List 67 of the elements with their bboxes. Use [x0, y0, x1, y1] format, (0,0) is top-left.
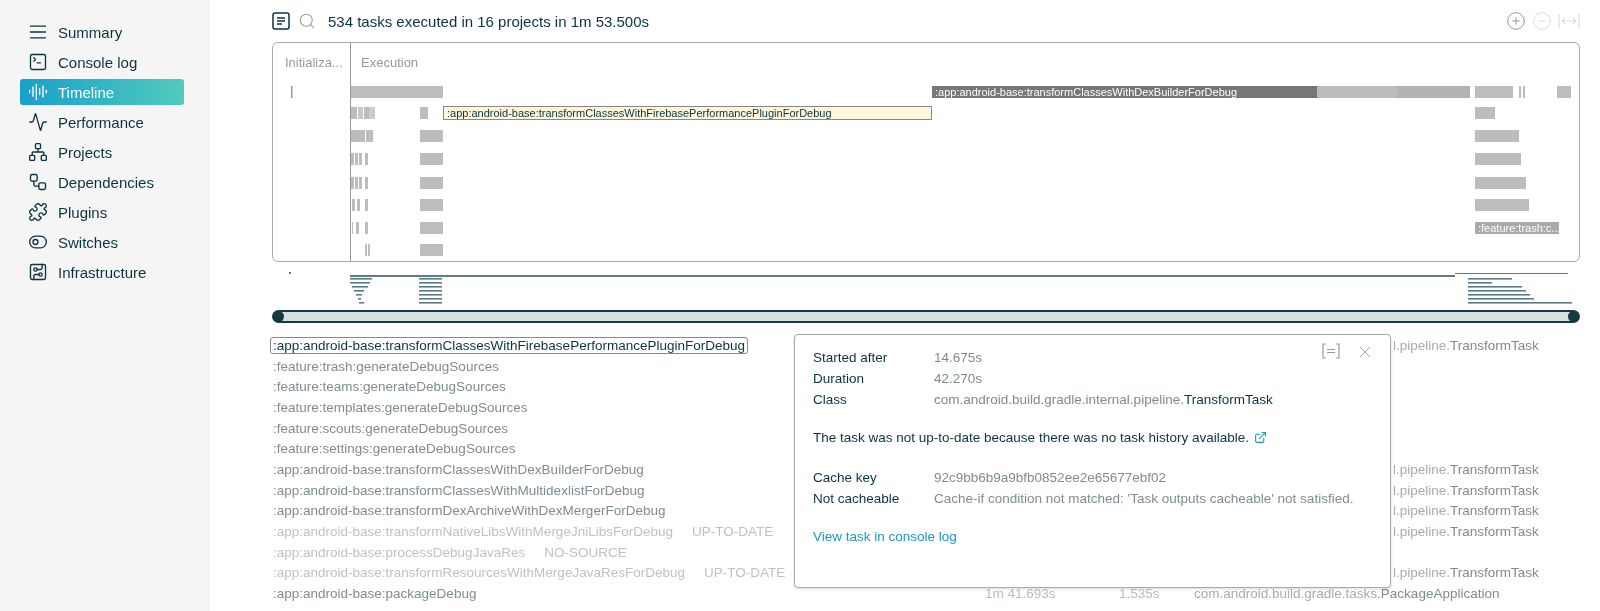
- detail-value: 14.675s: [934, 349, 983, 366]
- task-bar[interactable]: :feature:trash:c...: [1475, 222, 1559, 234]
- reason-text: The task was not up-to-date because there was no task history available.: [813, 430, 1249, 445]
- phase-label: Initializa...: [285, 55, 343, 70]
- task-bar[interactable]: :app:android-base:transformClassesWithFirebasePerformancePluginForDebug: [443, 106, 932, 120]
- document-icon[interactable]: [272, 12, 290, 30]
- terminal-icon: [28, 52, 48, 72]
- task-status: UP-TO-DATE: [703, 565, 786, 581]
- sidebar-item[interactable]: Performance: [20, 109, 184, 135]
- detail-label: Started after: [813, 349, 889, 366]
- task-name[interactable]: :app:android-base:packageDebug: [270, 585, 480, 603]
- console-log-link[interactable]: View task in console log: [813, 529, 957, 544]
- detail-value: Cache-if condition not matched: 'Task outputs cacheable' not satisfied.: [934, 490, 1354, 507]
- waveform-icon: [28, 82, 48, 102]
- search-icon[interactable]: [298, 12, 316, 30]
- task-class: l.pipeline.TransformTask: [1393, 524, 1540, 540]
- puzzle-icon: [28, 202, 48, 222]
- task-status: NO-SOURCE: [544, 544, 627, 560]
- detail-label: Class: [813, 391, 848, 408]
- task-name[interactable]: :app:android-base:transformResourcesWithMergeJavaResForDebug: [270, 564, 688, 582]
- sidebar-item[interactable]: Plugins: [20, 199, 184, 225]
- sidebar-item[interactable]: Infrastructure: [20, 259, 184, 285]
- task-class: l.pipeline.TransformTask: [1393, 503, 1540, 519]
- hierarchy-icon: [28, 142, 48, 162]
- sidebar-item[interactable]: Timeline: [20, 79, 184, 105]
- detail-label: Cache key: [813, 469, 878, 486]
- range-slider[interactable]: [272, 310, 1580, 323]
- external-link-icon[interactable]: [1254, 431, 1267, 444]
- collapse-icon[interactable]: [1322, 343, 1340, 361]
- task-start: 1m 41.693s: [985, 586, 1057, 602]
- task-class: com.android.build.gradle.tasks.PackageApplication: [1194, 586, 1501, 602]
- fit-width-button[interactable]: [1558, 11, 1580, 31]
- zoom-in-button[interactable]: [1506, 11, 1526, 31]
- sidebar-item[interactable]: Projects: [20, 139, 184, 165]
- detail-value: 42.270s: [934, 370, 983, 387]
- task-name[interactable]: :app:android-base:transformNativeLibsWithMergeJniLibsForDebug: [270, 523, 676, 541]
- detail-value: 92c9bb6b9a9bfb0852ee2e65677ebf02: [934, 469, 1166, 486]
- task-name[interactable]: :feature:templates:generateDebugSources: [270, 398, 531, 416]
- sidebar-item[interactable]: Console log: [20, 49, 184, 75]
- task-class: l.pipeline.TransformTask: [1393, 565, 1540, 581]
- task-name[interactable]: :app:android-base:transformClassesWithDexBuilderForDebug: [270, 460, 647, 478]
- detail-label: Not cacheable: [813, 490, 901, 507]
- circuit-board-icon: [28, 262, 48, 282]
- task-bar[interactable]: :app:android-base:transformClassesWithDexBuilderForDebug: [932, 86, 1317, 98]
- task-status: UP-TO-DATE: [691, 524, 774, 540]
- task-name[interactable]: :app:android-base:processDebugJavaRes: [270, 543, 529, 561]
- task-name[interactable]: :app:android-base:transformClassesWithFirebasePerformancePluginForDebug: [270, 336, 748, 354]
- task-name[interactable]: :feature:teams:generateDebugSources: [270, 378, 509, 396]
- task-name[interactable]: :app:android-base:transformClassesWithMultidexlistForDebug: [270, 481, 648, 499]
- build-summary: 534 tasks executed in 16 projects in 1m 53.500s: [328, 12, 650, 30]
- task-name[interactable]: :feature:scouts:generateDebugSources: [270, 419, 511, 437]
- phase-label: Execution: [361, 55, 419, 70]
- pulse-icon: [28, 112, 48, 132]
- task-class: l.pipeline.TransformTask: [1393, 482, 1540, 498]
- task-class: l.pipeline.TransformTask: [1393, 337, 1540, 353]
- workflow-icon: [28, 172, 48, 192]
- task-name[interactable]: :feature:settings:generateDebugSources: [270, 440, 519, 458]
- detail-value: com.android.build.gradle.internal.pipeline.TransformTask: [934, 391, 1273, 408]
- detail-label: Duration: [813, 370, 866, 387]
- task-class: l.pipeline.TransformTask: [1393, 461, 1540, 477]
- task-duration: 1.535s: [1119, 586, 1161, 602]
- zoom-out-button[interactable]: [1532, 11, 1552, 31]
- sidebar-item[interactable]: Dependencies: [20, 169, 184, 195]
- sidebar-item[interactable]: Summary: [20, 19, 184, 45]
- sidebar-item[interactable]: Switches: [20, 229, 184, 255]
- task-name[interactable]: :feature:trash:generateDebugSources: [270, 357, 502, 375]
- task-name[interactable]: :app:android-base:transformDexArchiveWithDexMergerForDebug: [270, 502, 669, 520]
